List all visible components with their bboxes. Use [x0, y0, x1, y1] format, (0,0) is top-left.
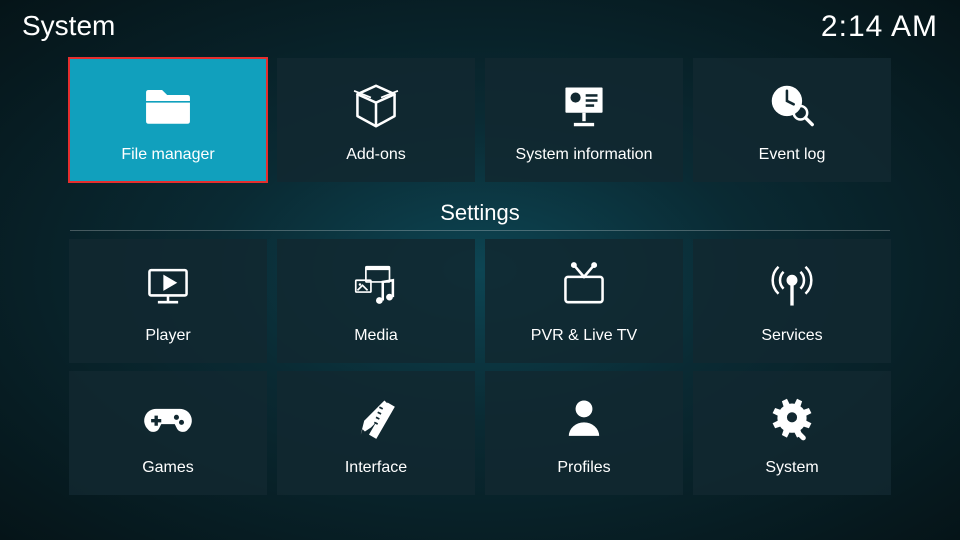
tile-label: System information [516, 146, 653, 164]
section-title-settings: Settings [70, 200, 890, 231]
tile-media[interactable]: Media [277, 239, 475, 363]
clock: 2:14 AM [821, 10, 938, 44]
gear-wrench-icon [762, 389, 822, 449]
person-icon [554, 389, 614, 449]
tile-system-information[interactable]: System information [485, 58, 683, 182]
broadcast-icon [762, 257, 822, 317]
tile-label: File manager [121, 146, 214, 164]
folder-icon [138, 76, 198, 136]
tile-player[interactable]: Player [69, 239, 267, 363]
tile-profiles[interactable]: Profiles [485, 371, 683, 495]
box-open-icon [346, 76, 406, 136]
tile-label: Profiles [557, 459, 610, 477]
tile-label: Player [145, 327, 190, 345]
tile-event-log[interactable]: Event log [693, 58, 891, 182]
tile-label: Media [354, 327, 398, 345]
tile-label: PVR & Live TV [531, 327, 637, 345]
gamepad-icon [138, 389, 198, 449]
page-title: System [22, 10, 115, 42]
media-collection-icon [346, 257, 406, 317]
tile-file-manager[interactable]: File manager [69, 58, 267, 182]
tile-label: Event log [759, 146, 826, 164]
tile-label: Interface [345, 459, 407, 477]
tile-label: Add-ons [346, 146, 406, 164]
tile-pvr-live-tv[interactable]: PVR & Live TV [485, 239, 683, 363]
tile-label: Services [761, 327, 822, 345]
tile-label: System [765, 459, 818, 477]
tile-addons[interactable]: Add-ons [277, 58, 475, 182]
tile-services[interactable]: Services [693, 239, 891, 363]
monitor-play-icon [138, 257, 198, 317]
tile-label: Games [142, 459, 194, 477]
tile-system[interactable]: System [693, 371, 891, 495]
tile-interface[interactable]: Interface [277, 371, 475, 495]
pencil-ruler-icon [346, 389, 406, 449]
tile-games[interactable]: Games [69, 371, 267, 495]
tv-antenna-icon [554, 257, 614, 317]
presentation-chart-icon [554, 76, 614, 136]
clock-search-icon [762, 76, 822, 136]
